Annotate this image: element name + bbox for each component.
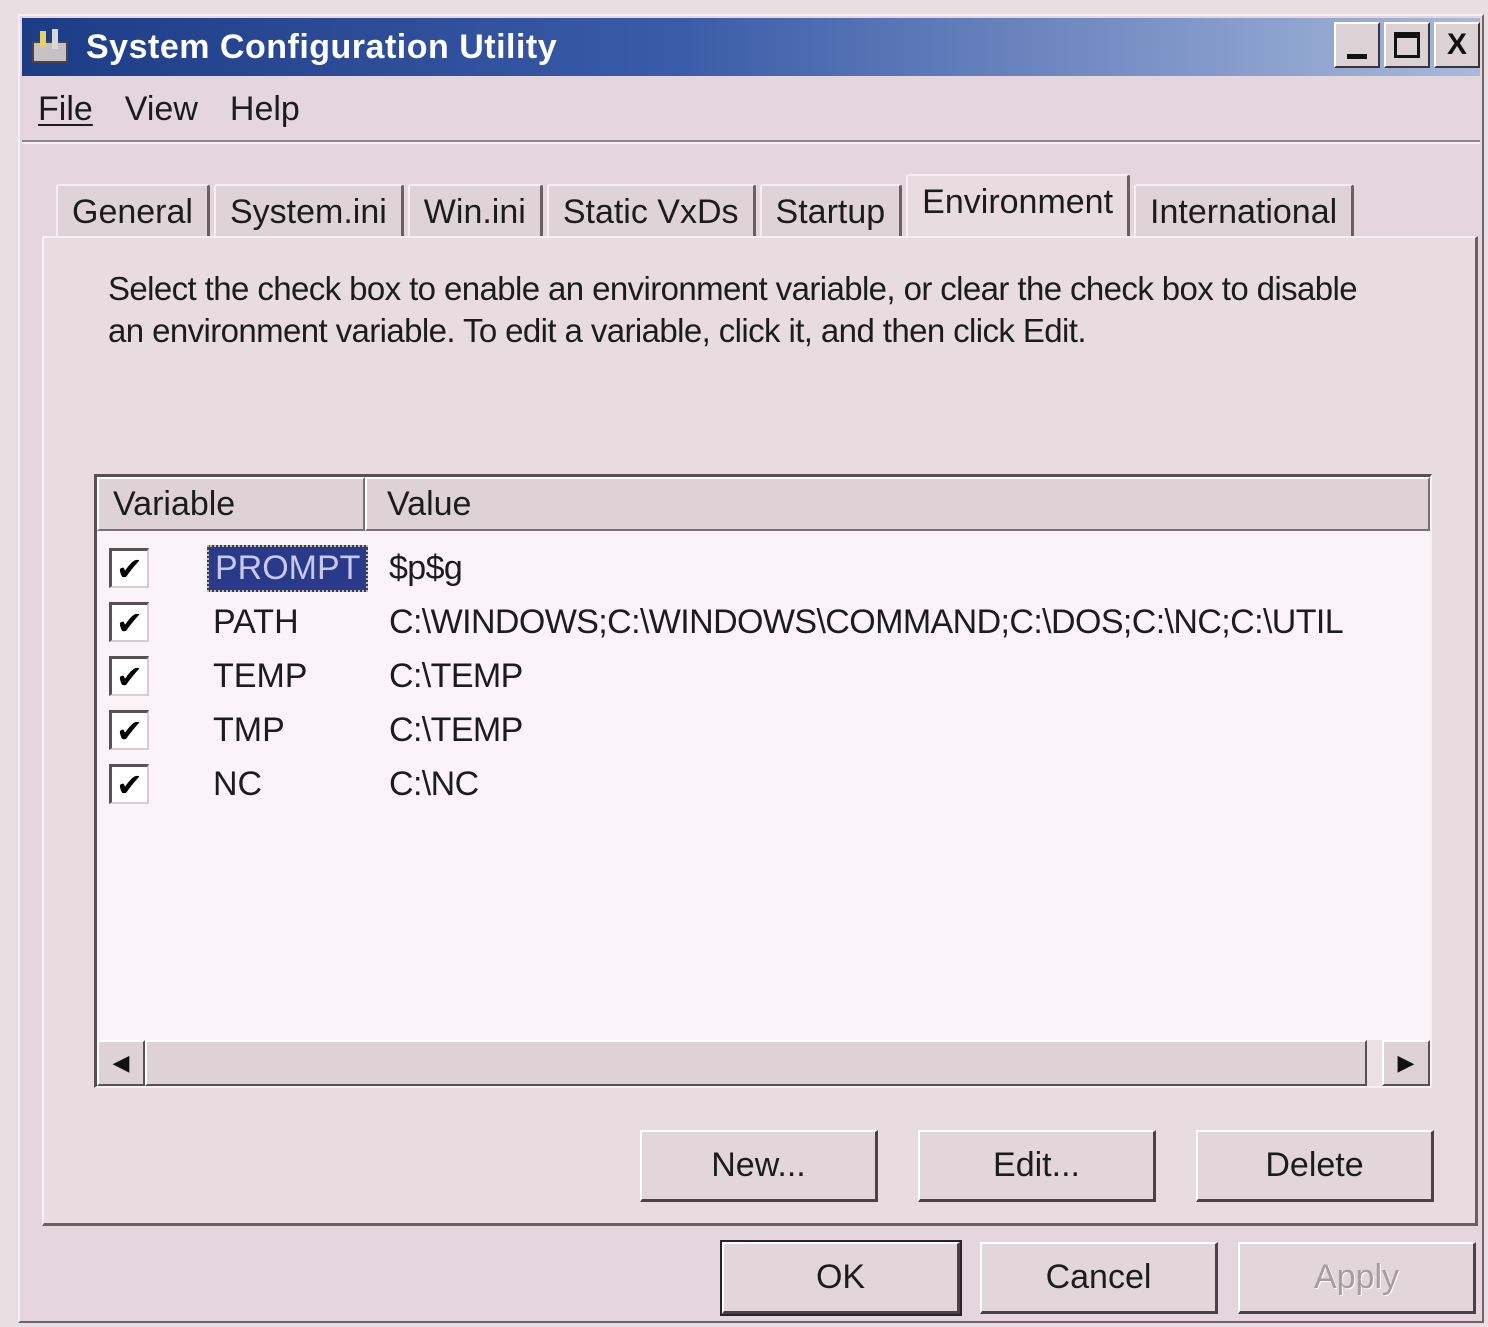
tab-strip: General System.ini Win.ini Static VxDs S…	[56, 174, 1358, 238]
menu-separator	[22, 140, 1480, 144]
maximize-icon	[1394, 32, 1420, 58]
tab-system-ini[interactable]: System.ini	[213, 184, 404, 238]
title-bar[interactable]: System Configuration Utility X	[22, 18, 1480, 76]
column-header-variable[interactable]: Variable	[97, 477, 365, 531]
menu-bar: File View Help	[38, 84, 300, 134]
window-title: System Configuration Utility	[86, 27, 558, 66]
tab-win-ini[interactable]: Win.ini	[407, 184, 543, 238]
variable-value: C:\WINDOWS;C:\WINDOWS\COMMAND;C:\DOS;C:\…	[389, 602, 1344, 641]
enable-checkbox[interactable]: ✔	[109, 602, 149, 642]
variable-value: C:\TEMP	[389, 656, 523, 695]
cancel-button[interactable]: Cancel	[980, 1242, 1218, 1314]
edit-button[interactable]: Edit...	[918, 1130, 1156, 1202]
environment-variable-list[interactable]: Variable Value ✔ PROMPT $p$g ✔ PATH C:\W…	[94, 474, 1432, 1088]
variable-name[interactable]: TEMP	[207, 655, 313, 698]
menu-file[interactable]: File	[38, 90, 93, 129]
system-configuration-window: System Configuration Utility X File View…	[18, 14, 1484, 1323]
menu-help[interactable]: Help	[230, 90, 300, 129]
apply-button[interactable]: Apply	[1238, 1242, 1476, 1314]
variable-name[interactable]: PATH	[207, 601, 305, 644]
checkmark-icon: ✔	[116, 550, 143, 587]
variable-value: C:\TEMP	[389, 710, 523, 749]
environment-description: Select the check box to enable an enviro…	[108, 270, 1358, 349]
variable-name[interactable]: NC	[207, 763, 268, 806]
system-configuration-icon	[28, 27, 76, 67]
delete-button[interactable]: Delete	[1196, 1130, 1434, 1202]
table-row[interactable]: ✔ PROMPT $p$g	[97, 541, 1430, 595]
arrow-left-icon: ◀	[112, 1050, 130, 1075]
tab-startup[interactable]: Startup	[759, 184, 903, 238]
variable-value: C:\NC	[389, 764, 479, 803]
enable-checkbox[interactable]: ✔	[109, 656, 149, 696]
menu-view[interactable]: View	[125, 90, 198, 129]
variable-value: $p$g	[389, 548, 463, 587]
list-header: Variable Value	[97, 477, 1430, 531]
enable-checkbox[interactable]: ✔	[109, 764, 149, 804]
checkmark-icon: ✔	[116, 766, 143, 803]
table-row[interactable]: ✔ TEMP C:\TEMP	[97, 649, 1430, 703]
close-icon: X	[1446, 28, 1467, 61]
tab-environment[interactable]: Environment	[906, 174, 1131, 238]
close-button[interactable]: X	[1434, 22, 1480, 68]
horizontal-scrollbar[interactable]: ◀ ▶	[97, 1040, 1430, 1086]
checkmark-icon: ✔	[116, 712, 143, 749]
scrollbar-thumb[interactable]	[145, 1040, 1367, 1086]
variable-name[interactable]: TMP	[207, 709, 291, 752]
column-header-value[interactable]: Value	[365, 477, 1430, 531]
ok-button[interactable]: OK	[720, 1240, 962, 1316]
new-button[interactable]: New...	[640, 1130, 878, 1202]
minimize-button[interactable]	[1334, 22, 1380, 68]
scrollbar-track[interactable]	[1367, 1040, 1382, 1086]
arrow-right-icon: ▶	[1397, 1050, 1415, 1075]
table-row[interactable]: ✔ NC C:\NC	[97, 757, 1430, 811]
environment-panel: Select the check box to enable an enviro…	[42, 236, 1478, 1226]
checkmark-icon: ✔	[116, 658, 143, 695]
scroll-left-button[interactable]: ◀	[97, 1040, 145, 1086]
variable-rows: ✔ PROMPT $p$g ✔ PATH C:\WINDOWS;C:\WINDO…	[97, 541, 1430, 811]
enable-checkbox[interactable]: ✔	[109, 710, 149, 750]
tab-international[interactable]: International	[1134, 184, 1355, 238]
table-row[interactable]: ✔ TMP C:\TEMP	[97, 703, 1430, 757]
enable-checkbox[interactable]: ✔	[109, 548, 149, 588]
maximize-button[interactable]	[1384, 22, 1430, 68]
table-row[interactable]: ✔ PATH C:\WINDOWS;C:\WINDOWS\COMMAND;C:\…	[97, 595, 1430, 649]
minimize-icon	[1347, 53, 1367, 59]
variable-name[interactable]: PROMPT	[207, 544, 369, 592]
checkmark-icon: ✔	[116, 604, 143, 641]
scroll-right-button[interactable]: ▶	[1382, 1040, 1430, 1086]
tab-general[interactable]: General	[56, 184, 210, 238]
tab-static-vxds[interactable]: Static VxDs	[546, 184, 756, 238]
